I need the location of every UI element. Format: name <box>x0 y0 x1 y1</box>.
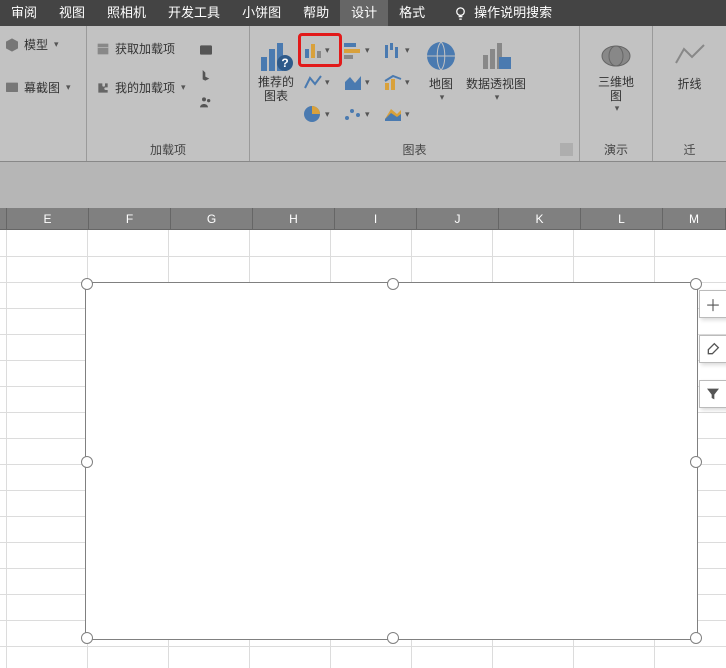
pie-chart-icon <box>303 105 323 123</box>
3d-map-button[interactable]: 三维地 图 ▾ <box>594 37 638 116</box>
scatter-chart-button[interactable]: ▾ <box>341 100 379 128</box>
resize-handle[interactable] <box>690 278 702 290</box>
chart-question-icon: ? <box>259 39 293 73</box>
map-chart-button[interactable]: 地图 ▾ <box>420 37 462 105</box>
surface-chart-icon <box>383 105 403 123</box>
tab-camera[interactable]: 照相机 <box>96 0 157 26</box>
globe-icon <box>424 39 458 73</box>
column-chart-button[interactable]: ▾ <box>298 33 342 67</box>
waterfall-icon <box>383 41 403 59</box>
resize-handle[interactable] <box>387 278 399 290</box>
worksheet-grid[interactable]: ＋ <box>0 230 726 668</box>
tab-format[interactable]: 格式 <box>388 0 436 26</box>
resize-handle[interactable] <box>387 632 399 644</box>
area-chart-button[interactable]: ▾ <box>341 68 379 96</box>
store-icon <box>95 41 111 57</box>
resize-handle[interactable] <box>690 456 702 468</box>
embedded-chart[interactable] <box>85 282 698 640</box>
tab-design[interactable]: 设计 <box>340 0 388 26</box>
bar-chart-icon <box>303 41 323 59</box>
resize-handle[interactable] <box>81 632 93 644</box>
my-addins-button[interactable]: 我的加载项▾ <box>95 79 186 96</box>
surface-chart-button[interactable]: ▾ <box>381 100 419 128</box>
chart-styles-button[interactable] <box>699 335 726 363</box>
group-label <box>0 140 86 161</box>
scatter-chart-icon <box>343 105 363 123</box>
tab-develop[interactable]: 开发工具 <box>157 0 231 26</box>
col-J[interactable]: J <box>417 208 499 230</box>
resize-handle[interactable] <box>690 632 702 644</box>
col-G[interactable]: G <box>171 208 253 230</box>
cube-icon <box>4 37 20 53</box>
tell-me[interactable]: 操作说明搜索 <box>442 0 563 26</box>
hbar-chart-icon <box>343 41 363 59</box>
resize-handle[interactable] <box>81 278 93 290</box>
tab-view[interactable]: 视图 <box>48 0 96 26</box>
pivot-chart-icon <box>479 39 513 73</box>
col-M[interactable]: M <box>663 208 726 230</box>
globe-3d-icon <box>599 39 633 73</box>
area-chart-icon <box>343 73 363 91</box>
menubar: 审阅 视图 照相机 开发工具 小饼图 帮助 设计 格式 操作说明搜索 <box>0 0 726 26</box>
col-K[interactable]: K <box>499 208 581 230</box>
line-chart-button[interactable]: ▾ <box>301 68 339 96</box>
group-label-tour: 迁 <box>653 140 726 161</box>
tab-review[interactable]: 审阅 <box>0 0 48 26</box>
chart-elements-button[interactable]: ＋ <box>699 290 726 318</box>
screenshot-button[interactable]: 幕截图▾ <box>4 79 71 96</box>
resize-handle[interactable] <box>81 456 93 468</box>
people-icon[interactable] <box>198 94 214 110</box>
recommended-charts-button[interactable]: ? 推荐的 图表 <box>254 37 298 105</box>
chart-filter-button[interactable] <box>699 380 726 408</box>
col-H[interactable]: H <box>253 208 335 230</box>
funnel-icon <box>705 386 721 402</box>
col-F[interactable]: F <box>89 208 171 230</box>
svg-text:?: ? <box>281 56 288 70</box>
pivot-chart-button[interactable]: 数据透视图 ▾ <box>462 37 530 105</box>
pie-chart-button[interactable]: ▾ <box>301 100 339 128</box>
combo-chart-icon <box>383 73 403 91</box>
charts-dialog-launcher[interactable] <box>560 143 573 156</box>
bar-chart-button[interactable]: ▾ <box>341 36 379 64</box>
line-chart-icon <box>303 73 323 91</box>
tab-pie[interactable]: 小饼图 <box>231 0 292 26</box>
waterfall-chart-button[interactable]: ▾ <box>381 36 419 64</box>
col-L[interactable]: L <box>581 208 663 230</box>
col-E[interactable]: E <box>7 208 89 230</box>
model-button[interactable]: 模型▾ <box>4 36 59 53</box>
ribbon: 模型▾ 幕截图▾ 获取加载项 <box>0 26 726 162</box>
sparkline-icon <box>673 39 707 73</box>
screenshot-icon <box>4 80 20 96</box>
brush-icon <box>705 341 721 357</box>
sparkline-line-button[interactable]: 折线 <box>669 37 711 94</box>
combo-chart-button[interactable]: ▾ <box>381 68 419 96</box>
group-label-charts: 图表 <box>250 140 579 161</box>
lightbulb-icon <box>453 6 468 21</box>
tab-help[interactable]: 帮助 <box>292 0 340 26</box>
group-label-addins: 加载项 <box>87 140 249 161</box>
get-addins-button[interactable]: 获取加载项 <box>95 40 186 57</box>
column-headers: E F G H I J K L M <box>0 208 726 230</box>
plus-icon: ＋ <box>705 292 721 316</box>
visio-icon[interactable] <box>198 42 214 58</box>
formula-bar-area <box>0 162 726 208</box>
bing-icon[interactable] <box>198 68 214 84</box>
col-I[interactable]: I <box>335 208 417 230</box>
group-label-demo: 演示 <box>580 140 652 161</box>
puzzle-icon <box>95 80 111 96</box>
